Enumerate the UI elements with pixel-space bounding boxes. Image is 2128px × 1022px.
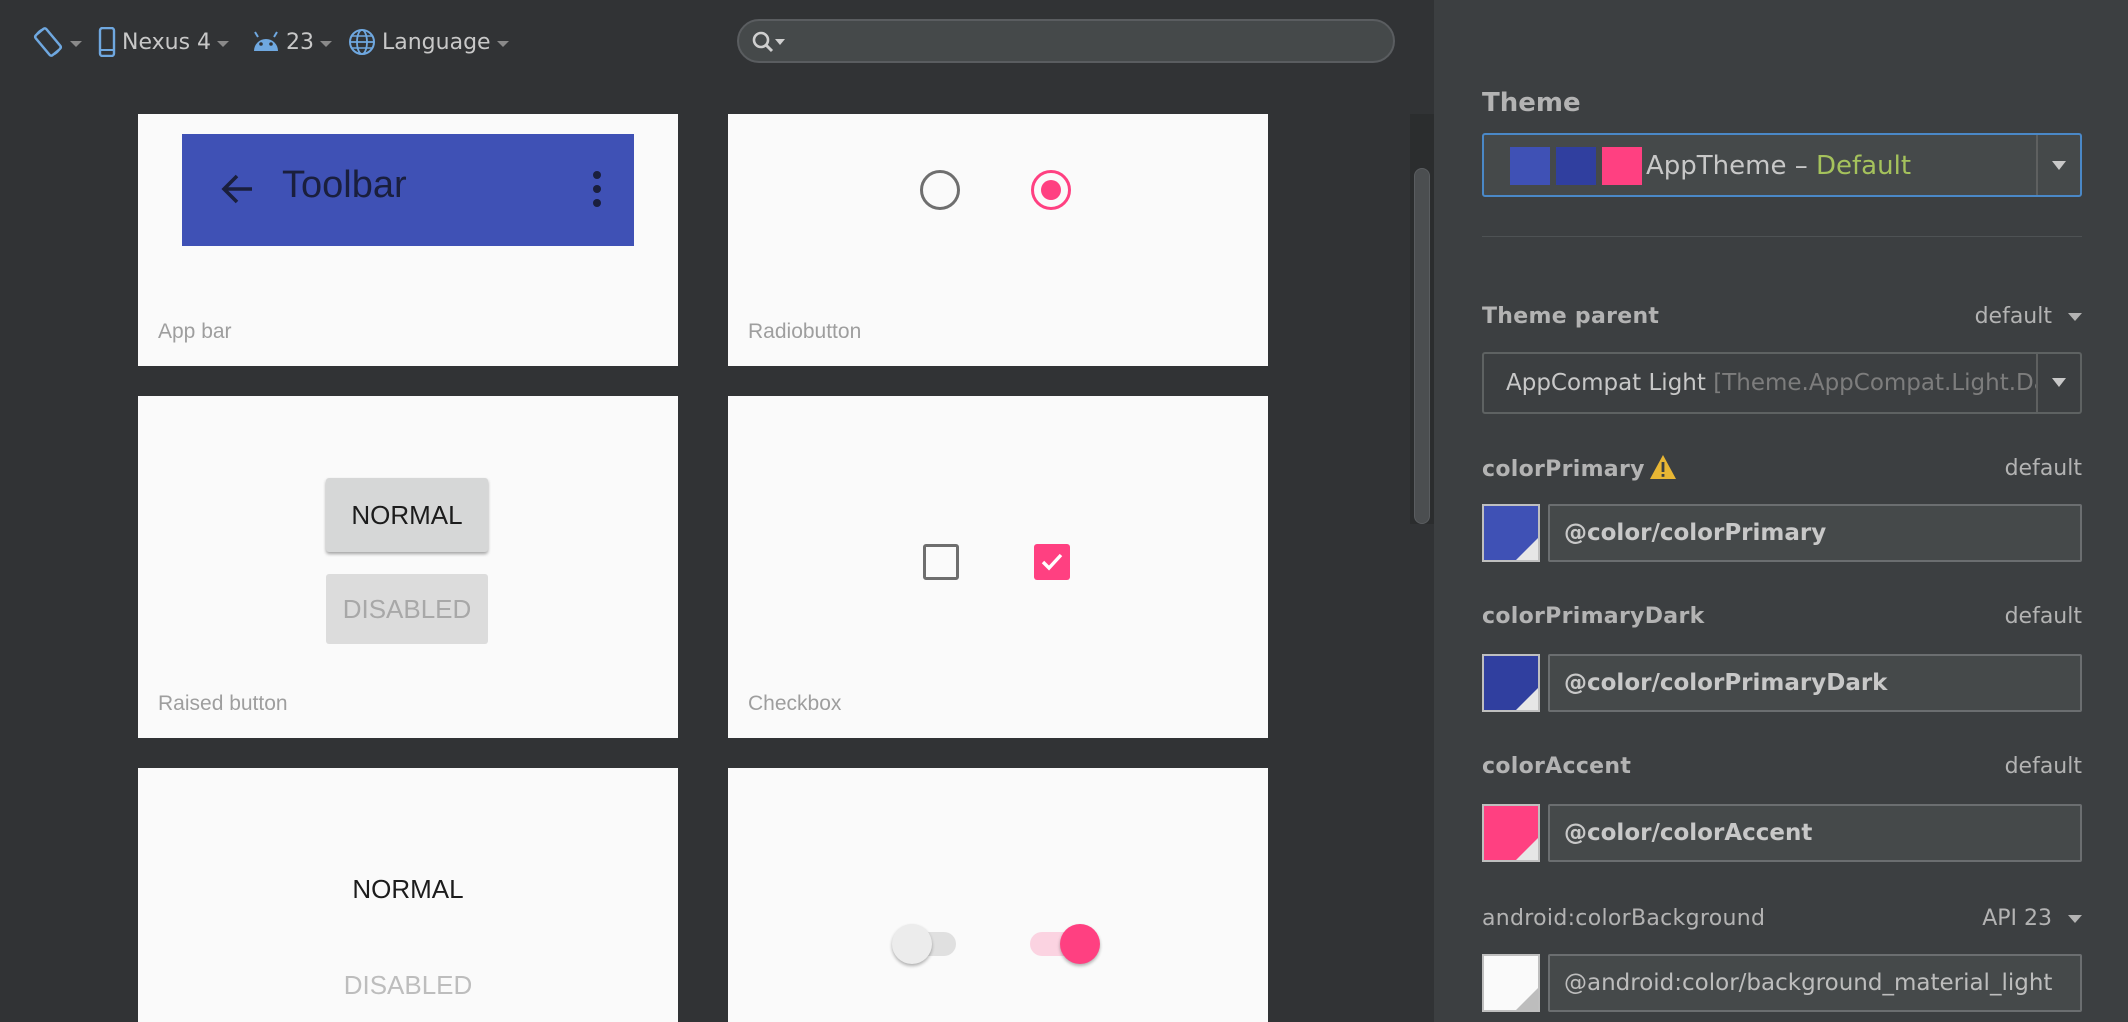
theme-section-title: Theme: [1482, 88, 1581, 118]
chevron-down-icon: [496, 41, 509, 47]
theme-preview-area: Toolbar App bar Radiobutton NORMAL DISAB…: [0, 84, 1434, 1022]
toolbar-title: Toolbar: [282, 164, 407, 206]
arrow-back-icon: [218, 170, 256, 212]
warning-icon: [1649, 454, 1677, 486]
language-dropdown[interactable]: Language: [348, 22, 509, 62]
chevron-down-icon[interactable]: [2052, 378, 2066, 387]
theme-parent-value: AppCompat Light [Theme.AppCompat.Light.D…: [1506, 370, 2036, 396]
checkbox-card[interactable]: Checkbox: [728, 396, 1268, 738]
attr-label-colorAccent: colorAccent: [1482, 754, 1632, 779]
theme-parent-dropdown[interactable]: AppCompat Light [Theme.AppCompat.Light.D…: [1482, 352, 2082, 414]
divider: [1482, 236, 2082, 237]
switch-off-thumb: [892, 924, 932, 964]
attr-mode-colorAccent: default: [2004, 754, 2082, 779]
api-label: 23: [286, 29, 314, 55]
checkbox-checked: [1034, 544, 1070, 580]
raised-button-card[interactable]: NORMAL DISABLED Raised button: [138, 396, 678, 738]
dropdown-divider: [2036, 135, 2038, 195]
checkbox-unchecked: [923, 544, 959, 580]
device-dropdown[interactable]: Nexus 4: [98, 22, 230, 62]
flat-button-card[interactable]: NORMAL DISABLED: [138, 768, 678, 1022]
theme-editor-panel: Theme AppTheme – Default Theme parent de…: [1434, 0, 2128, 1022]
theme-parent-label: Theme parent: [1482, 304, 1660, 329]
card-caption: Raised button: [158, 692, 288, 715]
attr-mode-colorPrimaryDark: default: [2004, 604, 2082, 629]
raised-disabled-button: DISABLED: [326, 574, 488, 644]
api-level-dropdown[interactable]: 23: [252, 22, 332, 62]
device-label: Nexus 4: [122, 29, 212, 55]
attr-label-colorPrimary: colorPrimary: [1482, 454, 1677, 486]
flat-normal-button: NORMAL: [352, 874, 464, 904]
attr-label-colorPrimaryDark: colorPrimaryDark: [1482, 604, 1705, 629]
chevron-down-icon: [320, 41, 332, 47]
radio-checked: [1031, 170, 1071, 210]
switch-on-thumb: [1060, 924, 1100, 964]
color-swatch-colorPrimaryDark[interactable]: [1482, 654, 1540, 712]
language-label: Language: [382, 29, 491, 55]
check-icon: [1041, 553, 1063, 571]
card-caption: Radiobutton: [748, 320, 862, 343]
theme-variant: Default: [1816, 151, 1912, 181]
color-swatch-colorBackground[interactable]: [1482, 954, 1540, 1012]
primary-swatch: [1510, 147, 1550, 185]
app-bar-card[interactable]: Toolbar App bar: [138, 114, 678, 366]
preview-scrollbar-thumb[interactable]: [1414, 168, 1430, 524]
color-swatch-colorAccent[interactable]: [1482, 804, 1540, 862]
theme-name: AppTheme – Default: [1646, 151, 1912, 181]
chevron-down-icon: [217, 41, 230, 47]
chevron-down-icon[interactable]: [2052, 161, 2066, 170]
toolbar-preview: Toolbar: [182, 134, 634, 246]
primary-dark-swatch: [1556, 147, 1596, 185]
accent-swatch: [1602, 147, 1642, 185]
phone-icon: [98, 27, 116, 57]
dropdown-divider: [2036, 354, 2038, 412]
card-caption: Checkbox: [748, 692, 842, 715]
color-swatch-colorPrimary[interactable]: [1482, 504, 1540, 562]
chevron-down-icon: [2068, 312, 2082, 321]
rotate-screen-icon: [32, 26, 64, 58]
rotate-dropdown[interactable]: [32, 22, 82, 62]
preview-toolbar: Nexus 4 23 Language: [0, 0, 1434, 84]
switch-card[interactable]: [728, 768, 1268, 1022]
overflow-menu-icon: [592, 170, 602, 212]
raised-normal-button: NORMAL: [326, 478, 488, 552]
theme-dropdown[interactable]: AppTheme – Default: [1482, 133, 2082, 197]
color-field-colorBackground[interactable]: @android:color/background_material_light: [1548, 954, 2082, 1012]
attr-label-colorBackground: android:colorBackground: [1482, 906, 1766, 931]
chevron-down-icon: [2068, 914, 2082, 923]
color-field-colorAccent[interactable]: @color/colorAccent: [1548, 804, 2082, 862]
attr-mode-dropdown-colorBackground[interactable]: API 23: [1982, 906, 2082, 931]
android-icon: [252, 31, 280, 53]
color-field-colorPrimary[interactable]: @color/colorPrimary: [1548, 504, 2082, 562]
card-caption: App bar: [158, 320, 232, 343]
search-input[interactable]: [737, 19, 1395, 63]
chevron-down-icon: [70, 41, 82, 47]
radio-unchecked: [920, 170, 960, 210]
attr-mode-colorPrimary: default: [2004, 456, 2082, 481]
color-field-colorPrimaryDark[interactable]: @color/colorPrimaryDark: [1548, 654, 2082, 712]
flat-disabled-button: DISABLED: [343, 970, 473, 1000]
radiobutton-card[interactable]: Radiobutton: [728, 114, 1268, 366]
globe-icon: [348, 28, 376, 56]
theme-parent-mode-dropdown[interactable]: default: [1975, 304, 2082, 329]
